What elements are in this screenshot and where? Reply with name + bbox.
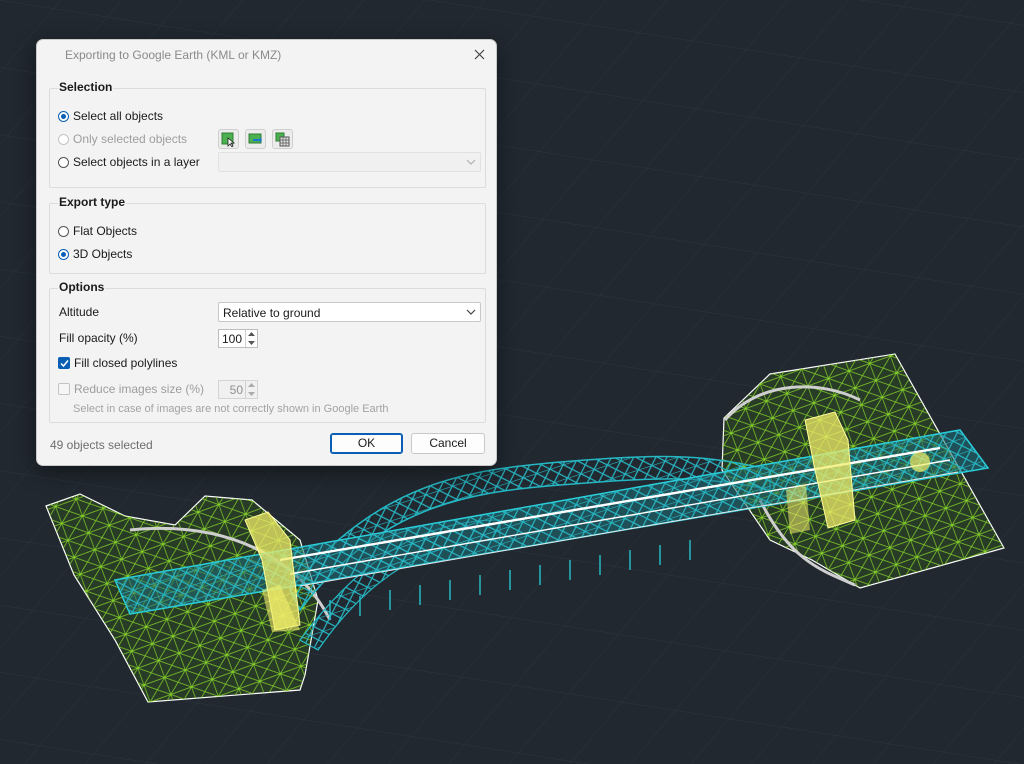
fill-opacity-stepper[interactable]: 100 xyxy=(218,329,258,348)
select-table-icon xyxy=(275,132,290,147)
checkbox-indicator xyxy=(58,383,70,395)
altitude-select[interactable]: Relative to ground xyxy=(218,302,481,322)
fill-opacity-value[interactable]: 100 xyxy=(222,332,242,346)
radio-indicator[interactable] xyxy=(58,248,69,260)
select-all-label: Select all objects xyxy=(73,109,164,123)
export-type-group-label: Export type xyxy=(58,195,127,209)
chevron-down-icon xyxy=(248,341,255,345)
selection-group-label: Selection xyxy=(58,80,114,94)
select-by-table-button[interactable] xyxy=(272,129,293,149)
select-in-layer-radio[interactable]: Select objects in a layer xyxy=(58,154,200,170)
radio-indicator[interactable] xyxy=(58,225,69,237)
export-type-group: Export type Flat Objects 3D Objects xyxy=(49,195,486,274)
only-selected-radio: Only selected objects xyxy=(58,131,187,147)
stepper-buttons xyxy=(245,381,257,398)
altitude-select-value: Relative to ground xyxy=(223,306,321,320)
only-selected-label: Only selected objects xyxy=(73,132,188,146)
cancel-button[interactable]: Cancel xyxy=(411,433,485,454)
chevron-down-icon xyxy=(466,309,476,315)
chevron-up-icon xyxy=(248,383,255,387)
dialog-titlebar[interactable]: Exporting to Google Earth (KML or KMZ) xyxy=(37,40,496,70)
stepper-down-button[interactable] xyxy=(246,339,257,347)
pick-objects-button[interactable] xyxy=(218,129,239,149)
layer-select xyxy=(218,152,481,172)
fill-closed-polylines-checkbox[interactable]: Fill closed polylines xyxy=(58,355,177,371)
radio-indicator[interactable] xyxy=(58,110,69,122)
fill-opacity-label: Fill opacity (%) xyxy=(59,331,138,345)
export-kml-dialog: Exporting to Google Earth (KML or KMZ) S… xyxy=(36,39,497,466)
stepper-buttons xyxy=(245,330,257,347)
close-icon xyxy=(474,49,485,60)
reduce-images-label: Reduce images size (%) xyxy=(74,382,205,396)
ok-button[interactable]: OK xyxy=(330,433,403,454)
flat-objects-label: Flat Objects xyxy=(73,224,138,238)
reduce-images-checkbox: Reduce images size (%) xyxy=(58,381,204,397)
dialog-title: Exporting to Google Earth (KML or KMZ) xyxy=(65,48,282,62)
chevron-up-icon xyxy=(248,332,255,336)
stepper-up-button xyxy=(246,381,257,389)
chevron-down-icon xyxy=(466,159,476,165)
flat-objects-radio[interactable]: Flat Objects xyxy=(58,223,137,239)
stepper-down-button xyxy=(246,390,257,398)
options-group-label: Options xyxy=(58,280,106,294)
reduce-images-value: 50 xyxy=(229,383,243,397)
selection-count-status: 49 objects selected xyxy=(50,438,153,452)
chevron-down-icon xyxy=(248,392,255,396)
select-in-layer-label: Select objects in a layer xyxy=(73,155,200,169)
stepper-up-button[interactable] xyxy=(246,330,257,338)
select-pick-icon xyxy=(221,132,236,147)
close-button[interactable] xyxy=(470,45,490,65)
3d-objects-radio[interactable]: 3D Objects xyxy=(58,246,132,262)
checkmark-icon xyxy=(60,360,69,368)
select-all-radio[interactable]: Select all objects xyxy=(58,108,163,124)
reduce-images-hint: Select in case of images are not correct… xyxy=(73,403,389,415)
radio-indicator xyxy=(58,133,69,145)
fill-closed-polylines-label: Fill closed polylines xyxy=(74,356,178,370)
checkbox-indicator[interactable] xyxy=(58,357,70,369)
radio-indicator[interactable] xyxy=(58,156,69,168)
reduce-images-stepper: 50 xyxy=(218,380,258,399)
select-add-icon xyxy=(248,133,262,144)
3d-objects-label: 3D Objects xyxy=(73,247,133,261)
options-group: Options Altitude Relative to ground Fill… xyxy=(49,280,486,423)
selection-group: Selection Select all objects Only select… xyxy=(49,80,486,188)
add-to-selection-button[interactable] xyxy=(245,129,266,149)
selection-tools xyxy=(218,129,293,149)
altitude-label: Altitude xyxy=(59,305,100,319)
